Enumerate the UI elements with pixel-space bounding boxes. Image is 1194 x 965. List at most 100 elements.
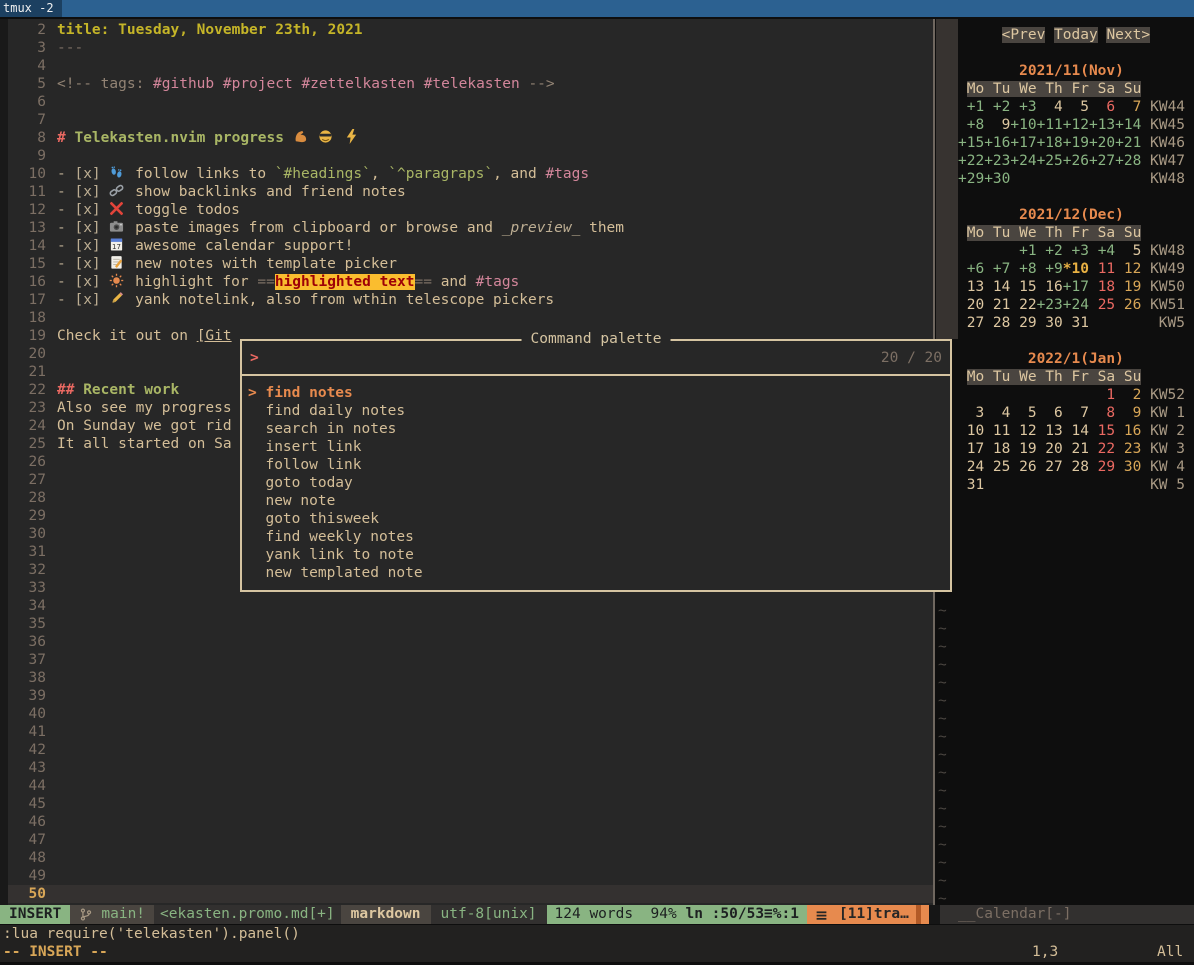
calendar-week-row[interactable]: 24 25 26 27 28 29 30 KW 4 [936, 458, 1185, 476]
git-branch-icon [79, 907, 96, 923]
line-number: 12 [8, 201, 46, 219]
palette-item[interactable]: > find notes [248, 384, 950, 402]
today-button[interactable]: Today [1054, 27, 1098, 43]
prev-button[interactable]: <Prev [1002, 27, 1046, 43]
text-segment: --- [57, 40, 83, 56]
command-palette: Command palette > 20 / 20 > find notes f… [240, 339, 952, 592]
editor-line[interactable]: 41 [8, 723, 933, 741]
editor-line[interactable]: 15- [x] new notes with template picker [8, 255, 933, 273]
sun-icon [109, 273, 126, 289]
calendar-week-row[interactable]: 1 2 KW52 [936, 386, 1185, 404]
editor-line[interactable]: 12- [x] toggle todos [8, 201, 933, 219]
camera-icon [109, 219, 126, 235]
calendar-week-row[interactable]: 3 4 5 6 7 8 9 KW 1 [936, 404, 1185, 422]
word-count-segment: 124 words 94% ln :50/53≡%:1 [547, 905, 807, 924]
text-segment: follow links to [126, 166, 274, 182]
editor-line[interactable]: 34 [8, 597, 933, 615]
tab-segment[interactable]: [11]tra… [807, 905, 929, 924]
editor-line[interactable]: 38 [8, 669, 933, 687]
text-segment: them [580, 220, 624, 236]
palette-item[interactable]: goto today [248, 474, 950, 492]
editor-line[interactable]: 35 [8, 615, 933, 633]
editor-line[interactable]: 50 [8, 885, 933, 903]
editor-line[interactable]: 18 [8, 309, 933, 327]
calendar-week-row[interactable]: 17 18 19 20 21 22 23 KW 3 [936, 440, 1185, 458]
text-segment: #zettelkasten [301, 76, 415, 92]
calendar-month-title: 2022/1(Jan) [936, 350, 1185, 368]
text-segment: - [x] [57, 202, 109, 218]
palette-item-label: follow link [265, 457, 361, 473]
line-number: 17 [8, 291, 46, 309]
calendar-week-row[interactable]: 31 KW 5 [936, 476, 1185, 494]
palette-item[interactable]: new templated note [248, 564, 950, 582]
palette-item-label: insert link [265, 439, 361, 455]
line-number: 21 [8, 363, 46, 381]
palette-item[interactable]: find weekly notes [248, 528, 950, 546]
calendar-week-row[interactable]: +8 9+10+11+12+13+14 KW45 [936, 116, 1185, 134]
calendar-week-row[interactable]: 10 11 12 13 14 15 16 KW 2 [936, 422, 1185, 440]
editor-line[interactable]: 46 [8, 813, 933, 831]
statusline-left: INSERT main! <ekasten.promo.md[+] markdo… [0, 905, 928, 924]
editor-line[interactable]: 49 [8, 867, 933, 885]
line-number: 22 [8, 381, 46, 399]
text-segment: highlighted text [275, 274, 415, 290]
editor-line[interactable]: 3--- [8, 39, 933, 57]
next-button[interactable]: Next> [1106, 27, 1150, 43]
command-line: :lua require('telekasten').panel() [0, 925, 1194, 943]
editor-line[interactable]: 7 [8, 111, 933, 129]
editor-line[interactable]: 37 [8, 651, 933, 669]
calendar-week-row[interactable]: +22+23+24+25+26+27+28 KW47 [936, 152, 1185, 170]
editor-line[interactable]: 47 [8, 831, 933, 849]
editor-line[interactable]: 11- [x] show backlinks and friend notes [8, 183, 933, 201]
editor-line[interactable]: 9 [8, 147, 933, 165]
calendar-week-row[interactable]: 13 14 15 16+17 18 19 KW50 [936, 278, 1185, 296]
palette-item[interactable]: find daily notes [248, 402, 950, 420]
editor-line[interactable]: 43 [8, 759, 933, 777]
calendar-week-row[interactable]: +6 +7 +8 +9*10 11 12 KW49 [936, 260, 1185, 278]
editor-line[interactable]: 2title: Tuesday, November 23th, 2021 [8, 21, 933, 39]
editor-line[interactable]: 16- [x] highlight for ==highlighted text… [8, 273, 933, 291]
editor-line[interactable]: 36 [8, 633, 933, 651]
palette-item-label: new note [265, 493, 335, 509]
calendar-week-row[interactable]: +29+30 KW48 [936, 170, 1185, 188]
calendar-week-row[interactable]: +15+16+17+18+19+20+21 KW46 [936, 134, 1185, 152]
mode-indicator: INSERT [0, 905, 70, 924]
text-segment [415, 76, 424, 92]
editor-line[interactable]: 44 [8, 777, 933, 795]
palette-item[interactable]: follow link [248, 456, 950, 474]
text-segment: Also see my progress [57, 400, 232, 416]
line-number: 27 [8, 471, 46, 489]
text-segment: Telekasten.nvim progress [74, 130, 292, 146]
calendar-week-row[interactable]: +1 +2 +3 +4 5 KW48 [936, 242, 1185, 260]
editor-line[interactable]: 42 [8, 741, 933, 759]
palette-item[interactable]: new note [248, 492, 950, 510]
encoding-segment: utf-8[unix] [431, 905, 547, 924]
editor-line[interactable]: 13- [x] paste images from clipboard or b… [8, 219, 933, 237]
line-number: 26 [8, 453, 46, 471]
result-counter: 20 / 20 [881, 349, 942, 367]
calendar-week-row[interactable]: 20 21 22+23+24 25 26 KW51 [936, 296, 1185, 314]
editor-line[interactable]: 48 [8, 849, 933, 867]
palette-item[interactable]: goto thisweek [248, 510, 950, 528]
palette-item[interactable]: insert link [248, 438, 950, 456]
text-segment: highlight for [126, 274, 257, 290]
word-count-text: 124 words 94% [555, 906, 686, 922]
text-segment: title: Tuesday, November 23th, 2021 [57, 22, 363, 38]
editor-line[interactable]: 45 [8, 795, 933, 813]
editor-line[interactable]: 39 [8, 687, 933, 705]
editor-line[interactable]: 40 [8, 705, 933, 723]
calendar-week-row[interactable]: 27 28 29 30 31 KW5 [936, 314, 1185, 332]
editor-line[interactable]: 4 [8, 57, 933, 75]
editor-line[interactable]: 5<!-- tags: #github #project #zettelkast… [8, 75, 933, 93]
editor-line[interactable]: 6 [8, 93, 933, 111]
editor-line[interactable]: 8# Telekasten.nvim progress [8, 129, 933, 147]
text-segment: , and [493, 166, 545, 182]
calendar-weekday-header: Mo Tu We Th Fr Sa Su [936, 224, 1185, 242]
palette-item[interactable]: yank link to note [248, 546, 950, 564]
editor-line[interactable]: 10- [x] follow links to `#headings`, `^p… [8, 165, 933, 183]
palette-item-label: find weekly notes [265, 529, 413, 545]
editor-line[interactable]: 17- [x] yank notelink, also from wthin t… [8, 291, 933, 309]
editor-line[interactable]: 14- [x] 17 awesome calendar support! [8, 237, 933, 255]
calendar-week-row[interactable]: +1 +2 +3 4 5 6 7 KW44 [936, 98, 1185, 116]
palette-item[interactable]: search in notes [248, 420, 950, 438]
